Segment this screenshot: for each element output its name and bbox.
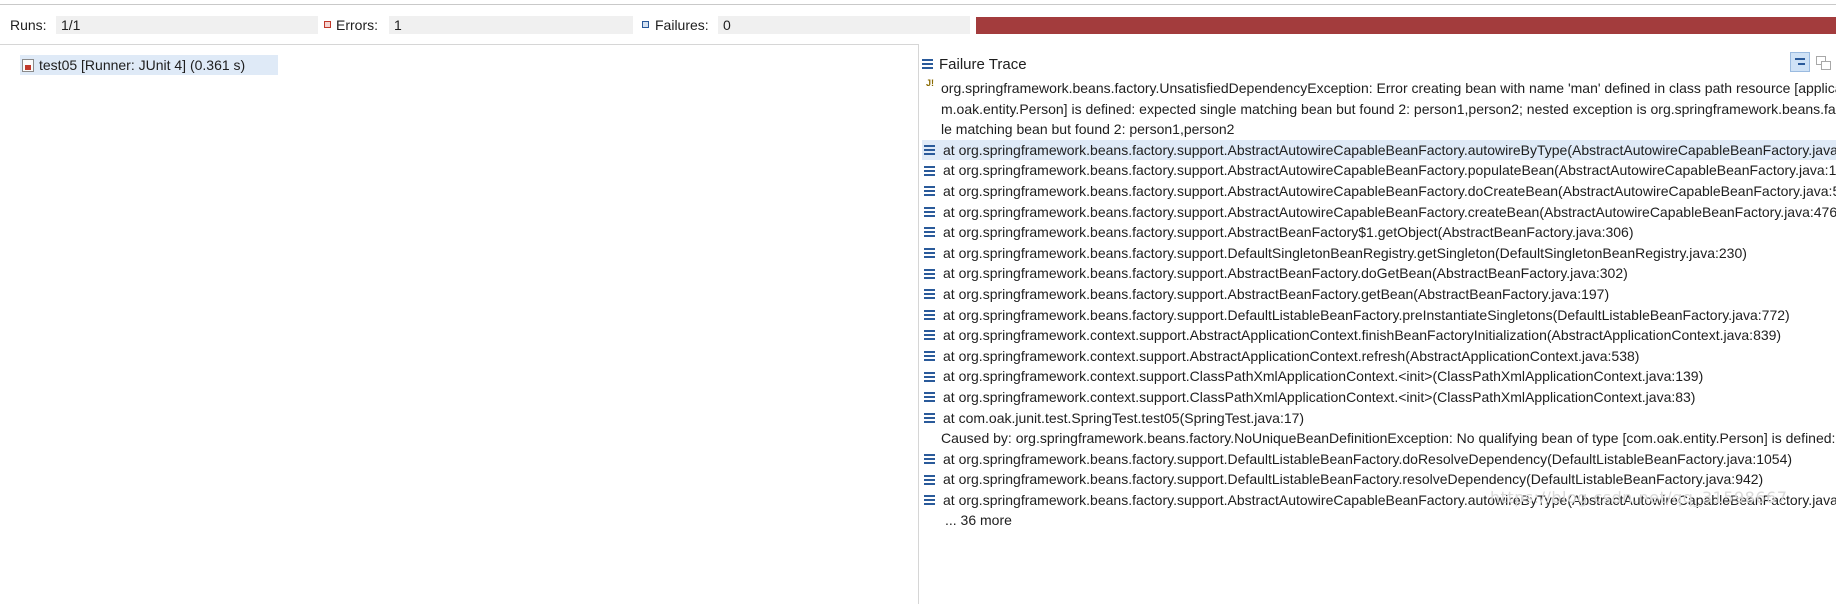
trace-text: at org.springframework.beans.factory.sup… — [943, 265, 1628, 282]
trace-text: le matching bean but found 2: person1,pe… — [941, 121, 1235, 138]
panel-splitter[interactable] — [918, 44, 919, 604]
trace-text: at com.oak.junit.test.SpringTest.test05(… — [943, 409, 1305, 426]
failure-trace-header: Failure Trace — [922, 54, 1027, 74]
stack-frame-icon — [924, 268, 935, 279]
stack-frame-icon — [924, 165, 935, 176]
stack-frame-icon — [924, 495, 935, 506]
trace-frame[interactable]: at org.springframework.beans.factory.sup… — [922, 202, 1836, 223]
trace-frame[interactable]: at org.springframework.beans.factory.sup… — [922, 469, 1836, 490]
trace-text: at org.springframework.beans.factory.sup… — [943, 285, 1610, 302]
stack-frame-icon — [924, 371, 935, 382]
trace-text: at org.springframework.context.support.C… — [943, 388, 1696, 405]
stack-frame-icon — [924, 453, 935, 464]
trace-text: ... 36 more — [945, 512, 1012, 529]
runs-label: Runs: — [10, 17, 47, 33]
stack-frame-icon — [924, 227, 935, 238]
progress-bar — [976, 17, 1836, 34]
trace-frame[interactable]: at org.springframework.beans.factory.sup… — [922, 139, 1836, 161]
trace-caused-by[interactable]: Caused by: org.springframework.beans.fac… — [922, 428, 1836, 449]
trace-text: at org.springframework.context.support.C… — [943, 368, 1704, 385]
tree-top-divider — [0, 44, 918, 45]
trace-text: at org.springframework.beans.factory.sup… — [943, 224, 1634, 241]
stack-frame-icon — [924, 474, 935, 485]
trace-text: Caused by: org.springframework.beans.fac… — [941, 430, 1836, 447]
trace-frame[interactable]: at org.springframework.beans.factory.sup… — [922, 284, 1836, 305]
trace-exception-line[interactable]: le matching bean but found 2: person1,pe… — [922, 119, 1836, 140]
top-divider — [0, 4, 1836, 5]
stack-frame-icon — [924, 330, 935, 341]
trace-frame[interactable]: at org.springframework.beans.factory.sup… — [922, 222, 1836, 243]
errors-value: 1 — [389, 16, 633, 34]
failure-trace-title: Failure Trace — [939, 55, 1027, 73]
stack-frame-icon — [924, 351, 935, 362]
failures-label: Failures: — [655, 17, 709, 33]
stack-frame-icon — [924, 412, 935, 423]
stack-frame-icon — [924, 392, 935, 403]
stack-frame-icon — [924, 145, 935, 156]
failures-value: 0 — [718, 16, 970, 34]
stack-frame-icon — [924, 309, 935, 320]
stack-frame-icon — [924, 248, 935, 259]
trace-text: at org.springframework.beans.factory.sup… — [943, 471, 1764, 488]
trace-frame[interactable]: at org.springframework.beans.factory.sup… — [922, 181, 1836, 202]
failure-trace-list: J! org.springframework.beans.factory.Uns… — [922, 78, 1836, 531]
trace-text: at org.springframework.beans.factory.sup… — [943, 162, 1836, 179]
junit-exception-icon: J! — [926, 78, 935, 88]
trace-text: at org.springframework.beans.factory.sup… — [943, 182, 1836, 199]
trace-frame[interactable]: at org.springframework.beans.factory.sup… — [922, 243, 1836, 264]
stack-frame-icon — [924, 186, 935, 197]
tree-item-test05[interactable]: test05 [Runner: JUnit 4] (0.361 s) — [20, 55, 278, 75]
trace-text: at org.springframework.beans.factory.sup… — [943, 450, 1793, 467]
test-error-icon — [22, 58, 34, 72]
trace-frame[interactable]: at org.springframework.context.support.C… — [922, 366, 1836, 387]
trace-text: org.springframework.beans.factory.Unsati… — [941, 80, 1836, 96]
trace-exception-line[interactable]: m.oak.entity.Person] is defined: expecte… — [922, 99, 1836, 120]
errors-label: Errors: — [336, 17, 378, 33]
trace-frame[interactable]: at org.springframework.context.support.A… — [922, 325, 1836, 346]
stack-frame-icon — [924, 289, 935, 300]
watermark: https://blog.csdn.net/qq_31598667 — [1490, 488, 1788, 507]
trace-frame[interactable]: at org.springframework.beans.factory.sup… — [922, 160, 1836, 181]
compare-result-button[interactable] — [1815, 54, 1831, 70]
trace-frame[interactable]: at org.springframework.context.support.A… — [922, 346, 1836, 367]
filter-stack-trace-button[interactable] — [1790, 52, 1810, 72]
trace-text: at org.springframework.context.support.A… — [943, 347, 1640, 364]
trace-text: at org.springframework.beans.factory.sup… — [943, 244, 1747, 261]
tree-item-label: test05 [Runner: JUnit 4] (0.361 s) — [39, 57, 246, 73]
failure-icon — [642, 21, 649, 28]
runs-value: 1/1 — [56, 16, 318, 34]
trace-frame[interactable]: at org.springframework.beans.factory.sup… — [922, 305, 1836, 326]
trace-text: at org.springframework.beans.factory.sup… — [943, 141, 1836, 158]
trace-text: m.oak.entity.Person] is defined: expecte… — [941, 100, 1836, 117]
stack-frame-icon — [924, 206, 935, 217]
trace-text: at org.springframework.beans.factory.sup… — [943, 306, 1790, 323]
trace-frame[interactable]: at org.springframework.beans.factory.sup… — [922, 449, 1836, 470]
trace-text: at org.springframework.context.support.A… — [943, 327, 1782, 344]
trace-frame[interactable]: at org.springframework.beans.factory.sup… — [922, 263, 1836, 284]
stack-trace-icon — [922, 59, 933, 69]
trace-frame[interactable]: at org.springframework.context.support.C… — [922, 387, 1836, 408]
error-icon — [324, 21, 331, 28]
trace-more[interactable]: ... 36 more — [922, 510, 1836, 531]
trace-text: at org.springframework.beans.factory.sup… — [943, 203, 1836, 220]
trace-frame[interactable]: at com.oak.junit.test.SpringTest.test05(… — [922, 408, 1836, 429]
trace-exception-line[interactable]: J! org.springframework.beans.factory.Uns… — [922, 78, 1836, 99]
